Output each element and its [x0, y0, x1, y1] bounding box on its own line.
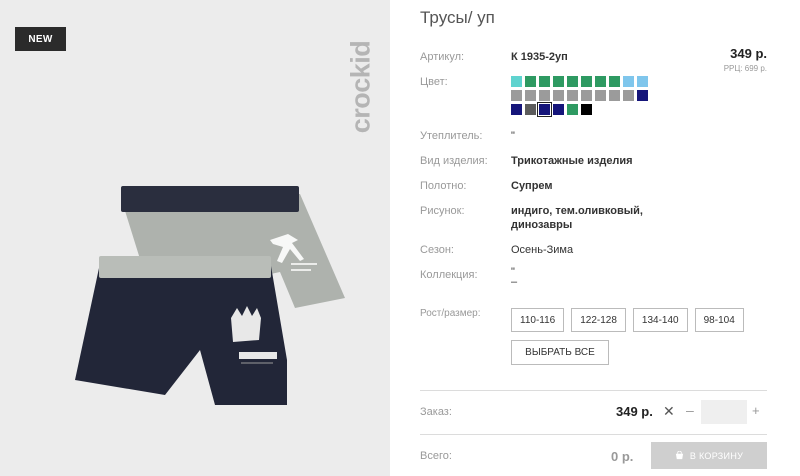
size-options: 110-116 122-128 134-140 98-104: [511, 308, 744, 332]
insulation-label: Утеплитель:: [420, 130, 483, 142]
color-swatch[interactable]: [609, 76, 620, 87]
swatch-row: [511, 90, 661, 101]
color-swatch[interactable]: [637, 76, 648, 87]
color-swatch[interactable]: [553, 90, 564, 101]
product-photo: [75, 186, 345, 405]
size-button-110-116[interactable]: 110-116: [511, 308, 565, 332]
color-swatch[interactable]: [623, 90, 634, 101]
color-swatch[interactable]: [525, 104, 536, 115]
order-label: Заказ:: [420, 406, 452, 418]
decrease-quantity-button[interactable]: –: [686, 402, 694, 418]
add-to-cart-label: В КОРЗИНУ: [689, 450, 744, 461]
collection-value-line2: –: [511, 276, 518, 288]
color-swatch[interactable]: [567, 90, 578, 101]
fabric-label: Полотно:: [420, 180, 467, 192]
article-label: Артикул:: [420, 51, 465, 63]
color-label: Цвет:: [420, 76, 448, 88]
color-swatch[interactable]: [553, 104, 564, 115]
color-swatch[interactable]: [581, 104, 592, 115]
times-icon: ✕: [663, 403, 675, 419]
product-type-label: Вид изделия:: [420, 155, 488, 167]
color-swatch[interactable]: [511, 104, 522, 115]
add-to-cart-button[interactable]: В КОРЗИНУ: [651, 442, 767, 469]
color-swatch[interactable]: [511, 90, 522, 101]
season-value: Осень-Зима: [511, 244, 574, 256]
size-button-134-140[interactable]: 134-140: [632, 308, 688, 332]
new-badge: NEW: [15, 27, 66, 51]
pattern-value-line2: динозавры: [511, 219, 573, 231]
swatch-row: [511, 102, 661, 117]
color-swatch[interactable]: [581, 90, 592, 101]
swatch-row: [511, 76, 661, 87]
quantity-input[interactable]: [701, 400, 747, 424]
color-swatch[interactable]: [609, 90, 620, 101]
color-swatch[interactable]: [637, 90, 648, 101]
color-swatch[interactable]: [623, 76, 634, 87]
fabric-value: Супрем: [511, 180, 553, 192]
brand-logo: crockid: [345, 40, 376, 134]
color-swatch[interactable]: [539, 90, 550, 101]
divider-top: [420, 390, 767, 391]
order-price: 349 р.: [616, 404, 653, 419]
brand-logo-area: crockid: [346, 20, 376, 155]
color-swatch[interactable]: [525, 76, 536, 87]
product-type-value: Трикотажные изделия: [511, 155, 633, 167]
total-label: Всего:: [420, 450, 452, 462]
product-price: 349 р.: [730, 46, 767, 61]
color-swatch[interactable]: [581, 76, 592, 87]
color-swatch[interactable]: [567, 104, 578, 115]
pattern-label: Рисунок:: [420, 205, 465, 217]
select-all-button[interactable]: ВЫБРАТЬ ВСЕ: [511, 340, 609, 365]
color-swatch[interactable]: [595, 90, 606, 101]
collection-label: Коллекция:: [420, 269, 478, 281]
color-swatch[interactable]: [525, 90, 536, 101]
color-swatch[interactable]: [553, 76, 564, 87]
color-swatch[interactable]: [537, 102, 552, 117]
product-image-panel: NEW crockid: [0, 0, 390, 476]
rrp-price: РРЦ: 699 р.: [723, 64, 767, 73]
size-label: Рост/размер:: [420, 308, 481, 319]
color-swatches: [511, 76, 661, 118]
product-title: Трусы/ уп: [420, 8, 495, 27]
color-swatch[interactable]: [539, 76, 550, 87]
article-value: К 1935-2уп: [511, 51, 568, 63]
color-swatch[interactable]: [567, 76, 578, 87]
season-label: Сезон:: [420, 244, 454, 256]
size-button-98-104[interactable]: 98-104: [694, 308, 744, 332]
color-swatch[interactable]: [511, 76, 522, 87]
size-button-122-128[interactable]: 122-128: [571, 308, 626, 332]
pattern-value-line1: индиго, тем.оливковый,: [511, 205, 643, 217]
total-value: 0 р.: [611, 449, 634, 464]
divider-bottom: [420, 434, 767, 435]
navy-boxer-illustration: [75, 256, 287, 405]
insulation-value: ": [511, 130, 515, 142]
increase-quantity-button[interactable]: +: [752, 403, 760, 418]
cart-icon: [675, 451, 683, 460]
color-swatch[interactable]: [595, 76, 606, 87]
